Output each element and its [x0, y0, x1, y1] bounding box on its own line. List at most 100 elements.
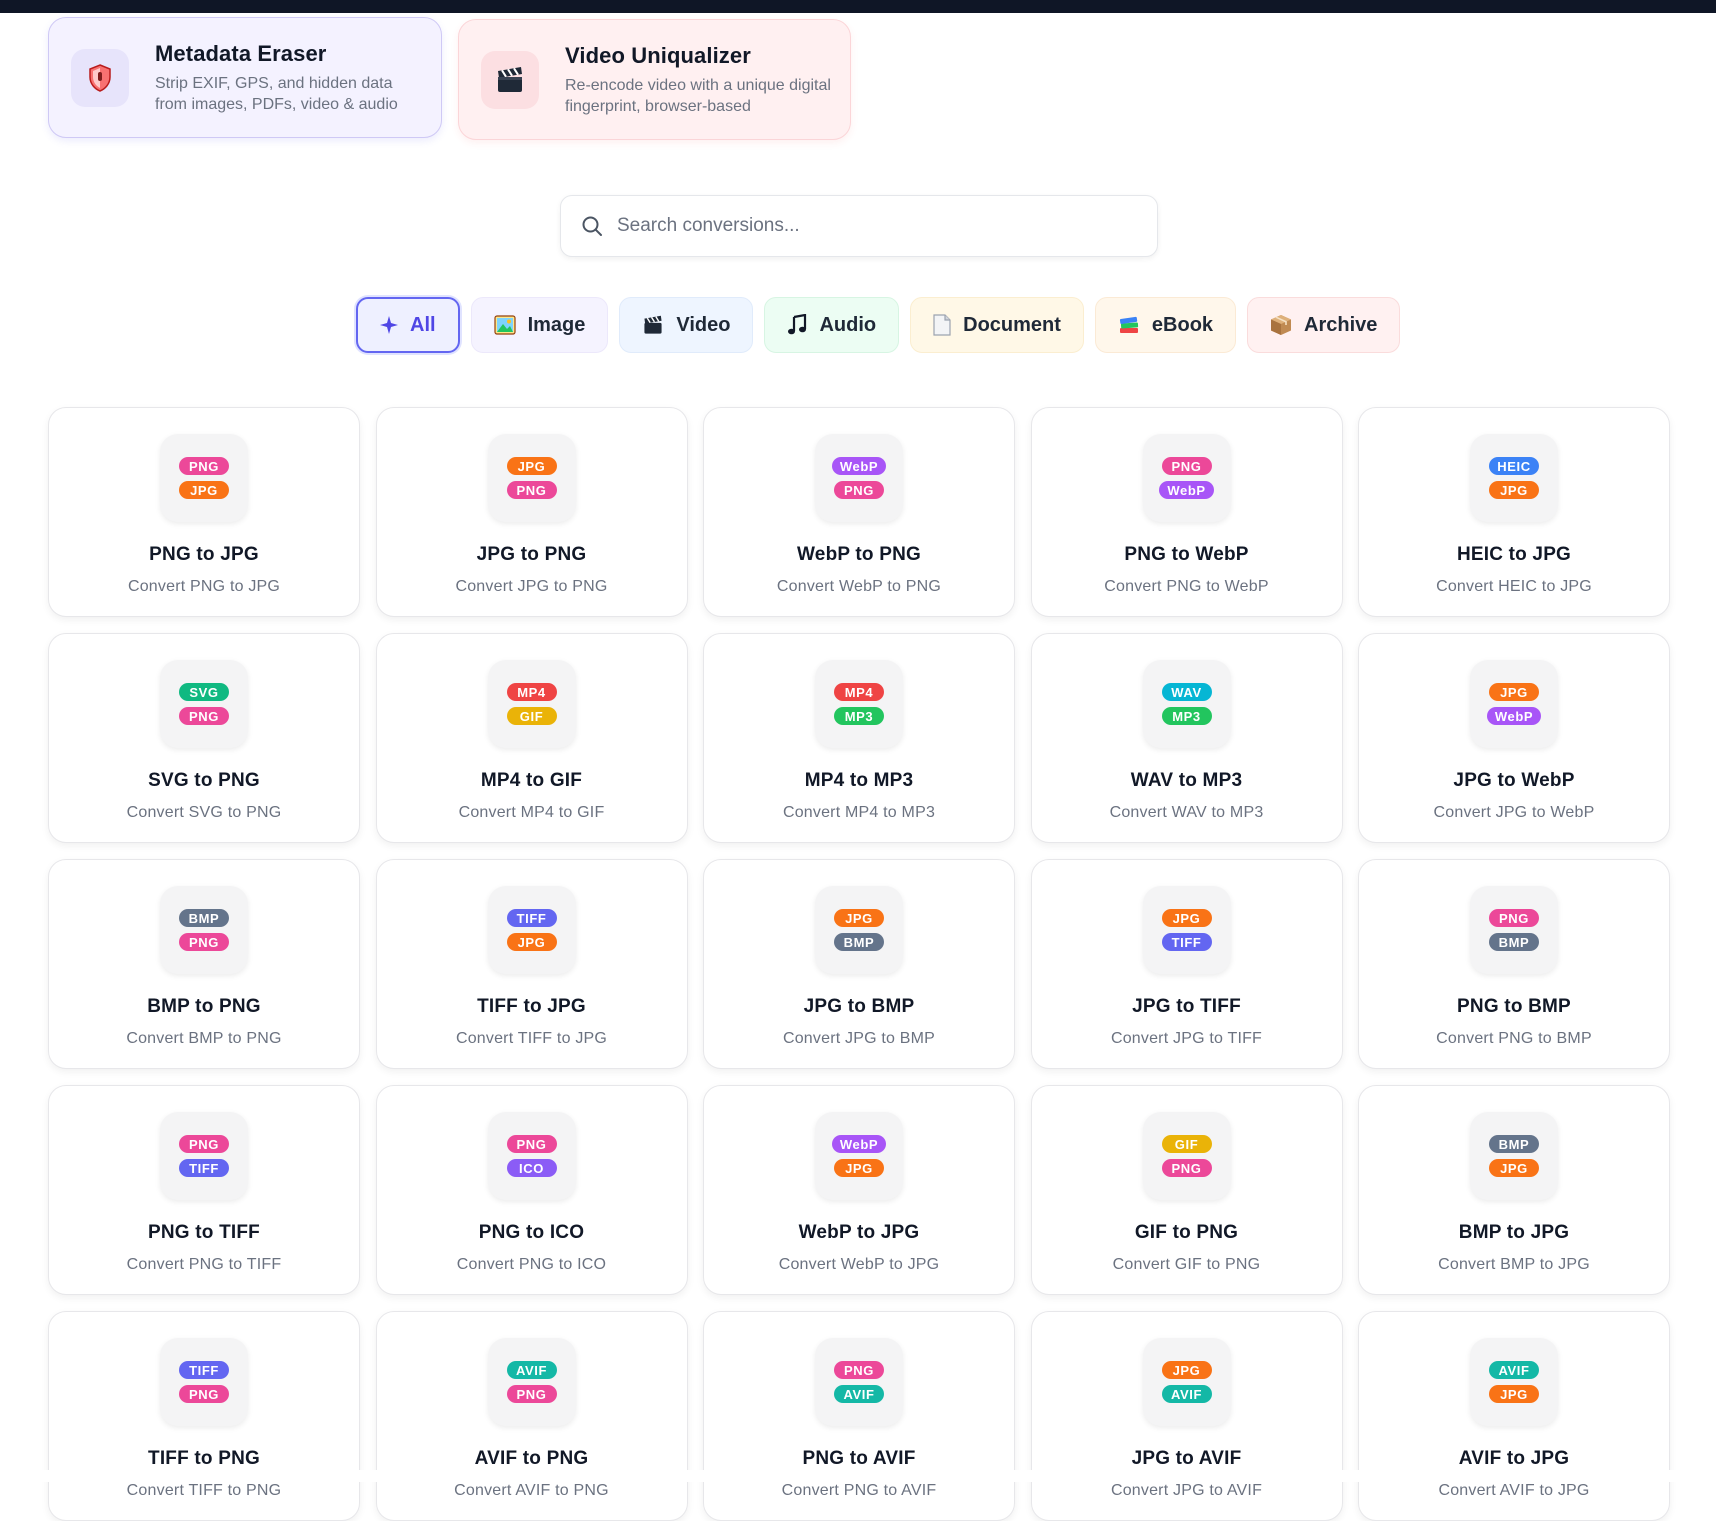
format-badge-group: PNG TIFF — [160, 1112, 248, 1200]
format-badge-group: JPG TIFF — [1142, 886, 1231, 974]
filter-video[interactable]: Video — [619, 297, 754, 353]
document-icon — [933, 314, 951, 336]
conversion-card[interactable]: HEIC JPG HEIC to JPG Convert HEIC to JPG — [1358, 407, 1670, 617]
conversion-grid: PNG JPG PNG to JPG Convert PNG to JPG JPG PNG… — [48, 407, 1670, 1521]
conversion-description: Convert JPG to AVIF — [1110, 1482, 1263, 1499]
conversion-card[interactable]: JPG TIFF JPG to TIFF Convert JPG to TIFF — [1030, 859, 1343, 1069]
format-badge-to: MP3 — [1161, 707, 1212, 725]
format-badge-group: AVIF PNG — [487, 1338, 576, 1426]
conversion-title: TIFF to JPG — [477, 996, 586, 1017]
conversion-card[interactable]: WAV MP3 WAV to MP3 Convert WAV to MP3 — [1030, 633, 1343, 843]
filter-label: Video — [676, 313, 731, 336]
filter-label: All — [410, 313, 436, 336]
format-badge-group: PNG JPG — [160, 434, 248, 522]
conversion-description: Convert JPG to PNG — [455, 578, 608, 595]
video-uniqualizer-card[interactable]: Video Uniqualizer Re-encode video with a… — [458, 19, 851, 140]
conversion-title: BMP to PNG — [147, 996, 261, 1017]
conversion-card[interactable]: PNG TIFF PNG to TIFF Convert PNG to TIFF — [48, 1085, 360, 1295]
conversion-title: PNG to BMP — [1457, 996, 1571, 1017]
conversion-card[interactable]: JPG BMP JPG to BMP Convert JPG to BMP — [703, 859, 1015, 1069]
filter-ebook[interactable]: eBook — [1094, 297, 1237, 353]
conversion-card[interactable]: JPG AVIF JPG to AVIF Convert JPG to AVIF — [1030, 1311, 1343, 1521]
conversion-title: PNG to ICO — [478, 1222, 585, 1243]
feature-title: Metadata Eraser — [155, 40, 327, 66]
format-badge-group: BMP JPG — [1470, 1112, 1558, 1200]
conversion-card[interactable]: JPG PNG JPG to PNG Convert JPG to PNG — [375, 407, 688, 617]
conversion-title: AVIF to PNG — [474, 1448, 589, 1469]
conversion-card[interactable]: AVIF PNG AVIF to PNG Convert AVIF to PNG — [375, 1311, 688, 1521]
filter-label: Audio — [819, 313, 877, 336]
format-badge-group: PNG BMP — [1470, 886, 1558, 974]
filter-archive[interactable]: Archive — [1247, 297, 1401, 353]
search-box[interactable] — [560, 195, 1158, 257]
filter-audio[interactable]: Audio — [764, 297, 900, 353]
package-icon — [1270, 314, 1292, 336]
conversion-card[interactable]: MP4 MP3 MP4 to MP3 Convert MP4 to MP3 — [703, 633, 1015, 843]
format-badge-group: JPG AVIF — [1142, 1338, 1231, 1426]
conversion-card[interactable]: TIFF JPG TIFF to JPG Convert TIFF to JPG — [375, 859, 688, 1069]
format-badge-to: JPG — [1489, 1159, 1539, 1177]
conversion-card[interactable]: TIFF PNG TIFF to PNG Convert TIFF to PNG — [48, 1311, 360, 1521]
conversion-title: JPG to PNG — [476, 544, 587, 565]
format-badge-from: WebP — [831, 1135, 887, 1153]
top-bar — [0, 0, 1716, 13]
conversion-title: JPG to TIFF — [1132, 996, 1241, 1017]
conversion-card[interactable]: WebP PNG WebP to PNG Convert WebP to PNG — [703, 407, 1015, 617]
conversion-card[interactable]: BMP PNG BMP to PNG Convert BMP to PNG — [48, 859, 360, 1069]
filter-document[interactable]: Document — [910, 297, 1084, 353]
format-badge-to: AVIF — [1161, 1385, 1212, 1403]
conversion-description: Convert PNG to JPG — [127, 578, 281, 595]
format-badge-from: PNG — [834, 1361, 884, 1379]
format-badge-to: BMP — [834, 933, 884, 951]
format-badge-to: TIFF — [1161, 933, 1212, 951]
shield-icon — [71, 48, 129, 107]
conversion-description: Convert HEIC to JPG — [1436, 578, 1592, 595]
conversion-card[interactable]: MP4 GIF MP4 to GIF Convert MP4 to GIF — [375, 633, 688, 843]
conversion-description: Convert GIF to PNG — [1112, 1256, 1261, 1273]
format-badge-to: PNG — [1161, 1159, 1212, 1177]
conversion-title: AVIF to JPG — [1458, 1448, 1570, 1469]
format-badge-from: MP4 — [834, 683, 884, 701]
format-badge-from: BMP — [179, 909, 229, 927]
conversion-card[interactable]: BMP JPG BMP to JPG Convert BMP to JPG — [1358, 1085, 1670, 1295]
format-badge-group: BMP PNG — [160, 886, 248, 974]
format-badge-group: MP4 MP3 — [815, 660, 903, 748]
format-badge-group: TIFF PNG — [160, 1338, 248, 1426]
format-badge-group: WebP JPG — [815, 1112, 903, 1200]
format-badge-from: PNG — [179, 1135, 229, 1153]
format-badge-to: BMP — [1489, 933, 1539, 951]
feature-description: Re-encode video with a unique digital fi… — [565, 76, 831, 115]
format-badge-group: SVG PNG — [160, 660, 248, 748]
metadata-eraser-card[interactable]: Metadata Eraser Strip EXIF, GPS, and hid… — [48, 17, 442, 138]
search-input[interactable] — [617, 215, 1137, 237]
filter-all[interactable]: All — [356, 297, 460, 353]
conversion-description: Convert BMP to JPG — [1438, 1256, 1590, 1273]
format-badge-from: JPG — [506, 457, 557, 475]
conversion-card[interactable]: AVIF JPG AVIF to JPG Convert AVIF to JPG — [1358, 1311, 1670, 1521]
conversion-card[interactable]: GIF PNG GIF to PNG Convert GIF to PNG — [1030, 1085, 1343, 1295]
conversion-title: JPG to WebP — [1453, 770, 1575, 791]
conversion-title: PNG to AVIF — [802, 1448, 916, 1469]
format-badge-group: AVIF JPG — [1470, 1338, 1558, 1426]
format-badge-to: JPG — [834, 1159, 884, 1177]
conversion-card[interactable]: PNG JPG PNG to JPG Convert PNG to JPG — [48, 407, 360, 617]
conversion-card[interactable]: SVG PNG SVG to PNG Convert SVG to PNG — [48, 633, 360, 843]
feature-description: Strip EXIF, GPS, and hidden data from im… — [155, 74, 398, 113]
format-badge-to: WebP — [1486, 707, 1542, 725]
conversion-description: Convert TIFF to PNG — [126, 1482, 282, 1499]
conversion-card[interactable]: JPG WebP JPG to WebP Convert JPG to WebP — [1358, 633, 1670, 843]
conversion-card[interactable]: PNG WebP PNG to WebP Convert PNG to WebP — [1030, 407, 1343, 617]
format-badge-to: AVIF — [834, 1385, 884, 1403]
filter-image[interactable]: Image — [470, 297, 609, 353]
format-badge-from: AVIF — [1489, 1361, 1539, 1379]
conversion-description: Convert JPG to TIFF — [1110, 1030, 1263, 1047]
conversion-card[interactable]: WebP JPG WebP to JPG Convert WebP to JPG — [703, 1085, 1015, 1295]
clapperboard-icon — [481, 50, 539, 109]
conversion-title: GIF to PNG — [1134, 1222, 1239, 1243]
format-badge-to: GIF — [506, 707, 557, 725]
music-note-icon — [787, 314, 807, 336]
conversion-card[interactable]: PNG ICO PNG to ICO Convert PNG to ICO — [375, 1085, 688, 1295]
conversion-card[interactable]: PNG BMP PNG to BMP Convert PNG to BMP — [1358, 859, 1670, 1069]
format-badge-group: WAV MP3 — [1142, 660, 1231, 748]
conversion-card[interactable]: PNG AVIF PNG to AVIF Convert PNG to AVIF — [703, 1311, 1015, 1521]
